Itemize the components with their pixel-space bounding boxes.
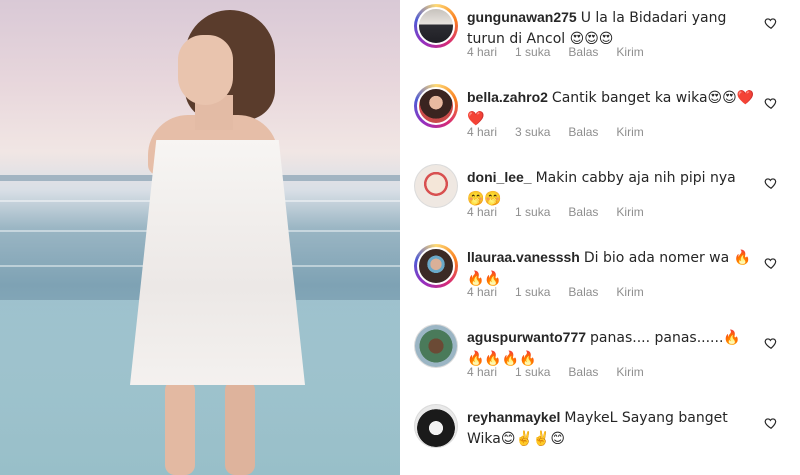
comment-item: gungunawan275 U la la Bidadari yang turun… [400,0,800,80]
send-button[interactable]: Kirim [616,125,643,139]
comment-time[interactable]: 4 hari [467,125,497,139]
heart-icon[interactable] [764,416,778,430]
heart-icon[interactable] [764,96,778,110]
avatar [415,325,457,367]
comment-item: bella.zahro2 Cantik banget ka wika😍😍❤️❤️ … [400,80,800,160]
avatar [417,87,455,125]
comment-time[interactable]: 4 hari [467,205,497,219]
comment-meta: 4 hari 1 suka Balas Kirim [467,365,644,379]
send-button[interactable]: Kirim [616,45,643,59]
comment-meta: 4 hari 1 suka Balas Kirim [467,45,644,59]
heart-icon[interactable] [764,176,778,190]
photo-leg [225,380,255,475]
comments-list: gungunawan275 U la la Bidadari yang turun… [400,0,800,475]
comment-username[interactable]: doni_lee_ [467,169,532,185]
send-button[interactable]: Kirim [616,365,643,379]
comment-item: doni_lee_ Makin cabby aja nih pipi nya 🤭🤭… [400,160,800,240]
comment-meta: 4 hari 3 suka Balas Kirim [467,125,644,139]
comment-username[interactable]: aguspurwanto777 [467,329,586,345]
comment-text: doni_lee_ Makin cabby aja nih pipi nya 🤭🤭 [467,167,757,209]
comment-text: bella.zahro2 Cantik banget ka wika😍😍❤️❤️ [467,87,757,129]
heart-icon[interactable] [764,336,778,350]
send-button[interactable]: Kirim [616,285,643,299]
avatar [415,165,457,207]
avatar-frame[interactable] [414,404,458,448]
story-ring[interactable] [414,84,458,128]
avatar [415,405,457,447]
reply-button[interactable]: Balas [568,125,598,139]
comment-likes[interactable]: 1 suka [515,365,550,379]
send-button[interactable]: Kirim [616,205,643,219]
comment-time[interactable]: 4 hari [467,285,497,299]
comment-username[interactable]: bella.zahro2 [467,89,548,105]
comment-text: reyhanmaykel MaykeL Sayang banget Wika😊✌️… [467,407,757,449]
reply-button[interactable]: Balas [568,365,598,379]
comment-likes[interactable]: 3 suka [515,125,550,139]
avatar [417,7,455,45]
story-ring[interactable] [414,4,458,48]
comment-time[interactable]: 4 hari [467,45,497,59]
avatar [417,247,455,285]
photo-dress [130,140,305,385]
reply-button[interactable]: Balas [568,205,598,219]
story-ring[interactable] [414,244,458,288]
avatar-frame[interactable] [414,324,458,368]
comment-meta: 4 hari 1 suka Balas Kirim [467,285,644,299]
comment-item: reyhanmaykel MaykeL Sayang banget Wika😊✌️… [400,400,800,475]
comment-item: llauraa.vanesssh Di bio ada nomer wa 🔥🔥🔥 … [400,240,800,320]
comment-text: llauraa.vanesssh Di bio ada nomer wa 🔥🔥🔥 [467,247,757,289]
comment-time[interactable]: 4 hari [467,365,497,379]
comment-username[interactable]: gungunawan275 [467,9,577,25]
comment-likes[interactable]: 1 suka [515,45,550,59]
reply-button[interactable]: Balas [568,45,598,59]
reply-button[interactable]: Balas [568,285,598,299]
comment-likes[interactable]: 1 suka [515,285,550,299]
comment-meta: 4 hari 1 suka Balas Kirim [467,205,644,219]
comment-likes[interactable]: 1 suka [515,205,550,219]
comment-username[interactable]: llauraa.vanesssh [467,249,580,265]
photo-face [178,35,233,105]
comment-username[interactable]: reyhanmaykel [467,409,560,425]
heart-icon[interactable] [764,256,778,270]
comment-text: gungunawan275 U la la Bidadari yang turun… [467,7,757,49]
comment-item: aguspurwanto777 panas.... panas......🔥🔥🔥🔥… [400,320,800,400]
heart-icon[interactable] [764,16,778,30]
avatar-frame[interactable] [414,164,458,208]
post-photo [0,0,400,475]
photo-leg [165,380,195,475]
comment-text: aguspurwanto777 panas.... panas......🔥🔥🔥🔥… [467,327,757,369]
